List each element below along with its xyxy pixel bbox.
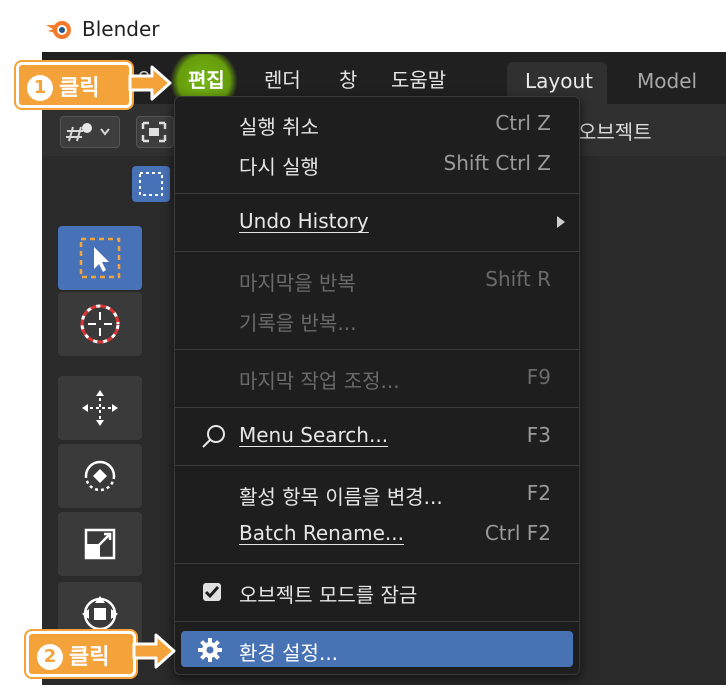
tool-rotate[interactable] <box>58 444 142 508</box>
menu-window[interactable]: 창 <box>339 64 357 93</box>
menu-help[interactable]: 도움말 <box>391 64 446 93</box>
menu-separator <box>175 193 579 194</box>
menu-item-lock-object-modes[interactable]: 오브젝트 모드를 잠금 <box>175 573 579 611</box>
menu-item-undo-history[interactable]: Undo History <box>175 203 579 241</box>
cursor-icon <box>80 304 120 344</box>
menu-item-shortcut: Shift Ctrl Z <box>443 151 551 175</box>
edit-dropdown-menu: 실행 취소 Ctrl Z 다시 실행 Shift Ctrl Z Undo His… <box>174 96 580 675</box>
frame-button[interactable] <box>136 116 174 148</box>
menu-item-shortcut: Ctrl Z <box>495 111 551 135</box>
select-box-mode-button[interactable] <box>132 166 170 202</box>
menu-item-shortcut: F9 <box>526 365 551 389</box>
window-title: Blender <box>82 17 160 41</box>
scale-icon <box>84 528 116 560</box>
callout-text: 클릭 <box>59 76 100 101</box>
tool-move[interactable] <box>58 376 142 440</box>
gear-icon <box>198 638 222 662</box>
callout-step1: 1 클릭 <box>16 62 132 108</box>
tool-cursor[interactable] <box>58 292 142 356</box>
menu-separator <box>175 465 579 466</box>
blender-logo-icon <box>46 21 71 39</box>
menu-item-label: 다시 실행 <box>239 155 319 179</box>
step-number: 1 <box>27 75 53 101</box>
menu-item-repeat-history[interactable]: 기록을 반복... <box>175 301 579 339</box>
menu-item-label: Batch Rename... <box>239 521 404 545</box>
menu-item-shortcut: F2 <box>526 481 551 505</box>
move-icon <box>82 390 118 426</box>
menu-edit[interactable]: 편집 <box>188 64 225 93</box>
menu-separator <box>175 563 579 564</box>
snap-icon <box>66 123 110 142</box>
snap-dropdown[interactable] <box>60 116 120 148</box>
menu-item-shortcut: Shift R <box>485 267 551 291</box>
menu-item-shortcut: F3 <box>526 423 551 447</box>
submenu-arrow-icon <box>557 216 565 228</box>
menu-item-label: 실행 취소 <box>239 115 319 139</box>
menu-separator <box>175 251 579 252</box>
title-bar: Blender <box>0 0 726 52</box>
menu-item-menu-search[interactable]: Menu Search... F3 <box>175 417 579 455</box>
menu-item-label: Undo History <box>239 209 369 233</box>
menu-item-label: 활성 항목 이름을 변경... <box>239 485 443 509</box>
menu-render[interactable]: 렌더 <box>264 64 301 93</box>
arrow-right-icon <box>132 633 176 669</box>
search-icon <box>202 425 225 448</box>
menu-item-shortcut: Ctrl F2 <box>484 521 551 545</box>
menu-item-label: Menu Search... <box>239 423 389 447</box>
select-box-icon <box>139 172 163 196</box>
menu-item-preferences[interactable]: 환경 설정... <box>181 631 573 667</box>
menu-item-redo[interactable]: 다시 실행 Shift Ctrl Z <box>175 145 579 183</box>
arrow-right-icon <box>128 65 172 101</box>
tab-layout[interactable]: Layout <box>525 69 593 93</box>
object-mode-label[interactable]: 오브젝트 <box>578 116 652 145</box>
menu-item-rename-active[interactable]: 활성 항목 이름을 변경... F2 <box>175 475 579 513</box>
menu-item-undo[interactable]: 실행 취소 Ctrl Z <box>175 105 579 143</box>
menu-item-adjust-last[interactable]: 마지막 작업 조정... F9 <box>175 359 579 397</box>
menu-item-label: 환경 설정... <box>239 641 339 665</box>
select-box-cursor-icon <box>79 237 121 279</box>
menu-separator <box>175 621 579 622</box>
frame-icon <box>141 121 167 143</box>
callout-text: 클릭 <box>69 645 110 670</box>
step-number: 2 <box>37 644 63 670</box>
callout-step2: 2 클릭 <box>26 631 136 677</box>
tab-model[interactable]: Model <box>637 69 697 93</box>
menu-separator <box>175 407 579 408</box>
rotate-icon <box>84 460 116 492</box>
menu-item-batch-rename[interactable]: Batch Rename... Ctrl F2 <box>175 515 579 553</box>
transform-icon <box>82 596 118 631</box>
menu-item-repeat-last[interactable]: 마지막을 반복 Shift R <box>175 261 579 299</box>
menu-separator <box>175 349 579 350</box>
menu-item-label: 마지막을 반복 <box>239 271 356 295</box>
menu-item-label: 마지막 작업 조정... <box>239 369 400 393</box>
menu-item-label: 오브젝트 모드를 잠금 <box>239 583 418 607</box>
tool-scale[interactable] <box>58 512 142 576</box>
checkbox-checked-icon[interactable] <box>203 583 221 601</box>
menu-item-label: 기록을 반복... <box>239 311 357 335</box>
tool-select-box[interactable] <box>58 226 142 290</box>
